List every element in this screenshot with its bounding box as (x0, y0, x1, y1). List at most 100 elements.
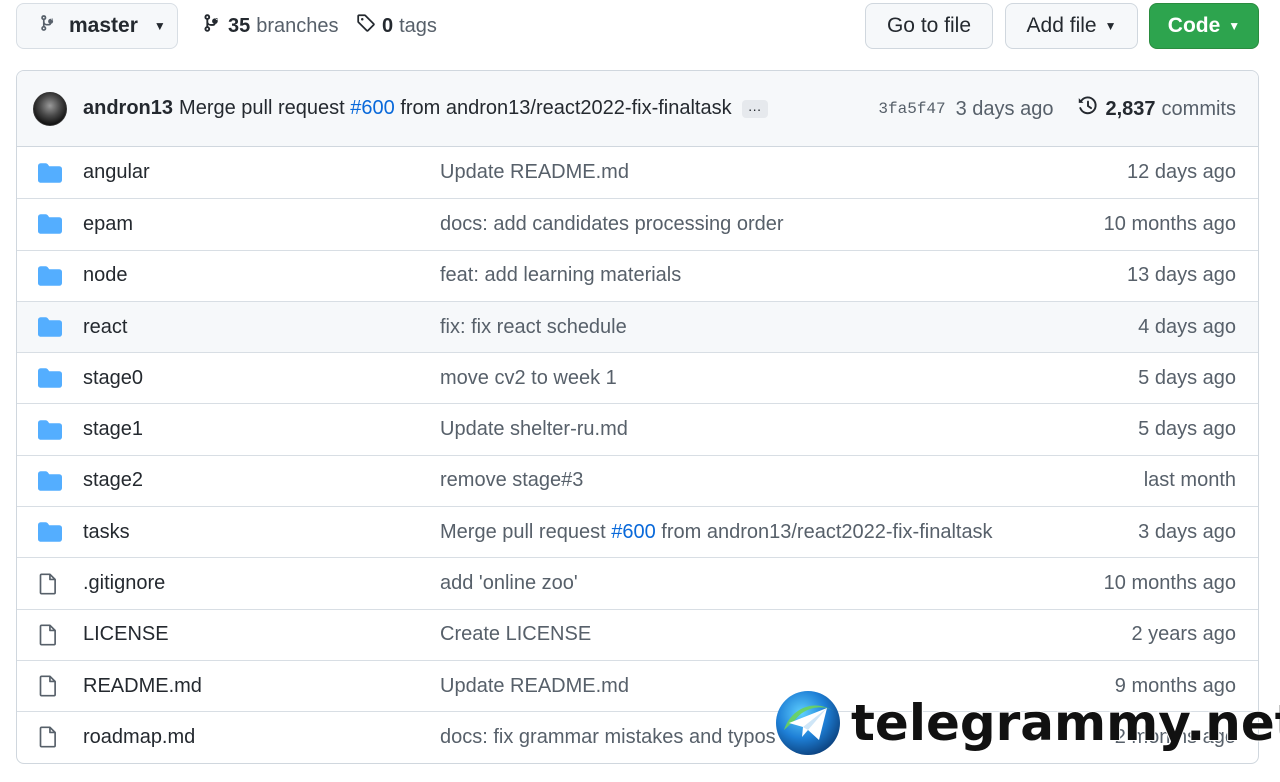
file-commit-age: 5 days ago (1138, 366, 1236, 389)
file-commit-message[interactable]: docs: fix grammar mistakes and typos (440, 726, 776, 749)
triangle-down-icon: ▼ (153, 19, 166, 33)
file-commit-message-text: feat: add learning materials (440, 264, 682, 287)
file-name-link[interactable]: angular (83, 161, 150, 184)
commits-label: commits (1161, 97, 1236, 120)
commit-author-link[interactable]: andron13 (83, 97, 173, 120)
table-row[interactable]: node feat: add learning materials 13 days … (17, 249, 1258, 301)
branches-link[interactable]: 35 branches (202, 3, 339, 49)
folder-icon (38, 265, 62, 286)
commit-message-tail: from andron13/react2022-fix-finaltask (400, 97, 732, 119)
expand-commit-button[interactable]: … (741, 99, 768, 118)
file-commit-message[interactable]: Create LICENSE (440, 623, 591, 646)
file-name-link[interactable]: stage1 (83, 418, 143, 441)
file-commit-age: 13 days ago (1127, 264, 1236, 287)
pull-request-link[interactable]: #600 (611, 521, 656, 543)
file-commit-message-text: remove stage#3 (440, 469, 584, 492)
file-name-link[interactable]: .gitignore (83, 572, 165, 595)
add-file-button[interactable]: Add file ▼ (1005, 3, 1138, 49)
file-browser: andron13 Merge pull request #600 from an… (16, 70, 1259, 764)
file-commit-message-tail: from andron13/react2022-fix-finaltask (661, 520, 993, 543)
file-name-link[interactable]: roadmap.md (83, 726, 195, 749)
file-commit-message-text: fix: fix react schedule (440, 315, 627, 338)
pull-request-link[interactable]: #600 (350, 97, 395, 119)
table-row[interactable]: .gitignore add 'online zoo' 10 months ago (17, 557, 1258, 608)
file-commit-message-text: Update README.md (440, 161, 629, 184)
commit-message-text: Merge pull request (179, 97, 345, 119)
file-commit-message[interactable]: Update README.md (440, 161, 629, 184)
folder-icon (38, 317, 62, 337)
tag-icon (356, 13, 376, 39)
watermark-text: telegrammy.net (850, 693, 1280, 753)
folder-icon (38, 368, 62, 389)
file-commit-message[interactable]: Update shelter-ru.md (440, 418, 628, 441)
branch-name: master (69, 14, 138, 37)
file-commit-message-text: move cv2 to week 1 (440, 366, 617, 389)
file-name-link[interactable]: README.md (83, 675, 202, 698)
file-commit-message[interactable]: feat: add learning materials (440, 264, 681, 287)
file-list: angular Update README.md 12 days ago epam do… (17, 147, 1258, 763)
file-commit-age: 5 days ago (1138, 418, 1236, 441)
code-label: Code (1167, 14, 1221, 37)
file-commit-message-text: Update shelter-ru.md (440, 418, 628, 441)
table-row[interactable]: react fix: fix react schedule 4 days ago (17, 300, 1258, 353)
commits-count: 2,837 (1105, 97, 1156, 120)
git-branch-icon (202, 13, 222, 39)
file-commit-message-text: Merge pull request (440, 520, 606, 543)
table-row[interactable]: LICENSE Create LICENSE 2 years ago (17, 608, 1258, 660)
go-to-file-button[interactable]: Go to file (865, 3, 993, 49)
file-commit-age: 10 months ago (1103, 572, 1236, 595)
file-commit-message[interactable]: move cv2 to week 1 (440, 367, 617, 390)
commit-sha-link[interactable]: 3fa5f47 (878, 100, 945, 118)
file-commit-message[interactable]: remove stage#3 (440, 469, 583, 492)
commit-meta: 3fa5f47 3 days ago 2,837 commits (878, 71, 1236, 147)
file-commit-message[interactable]: docs: add candidates processing order (440, 213, 784, 236)
table-row[interactable]: tasks Merge pull request #600 from andron… (17, 506, 1258, 557)
code-button[interactable]: Code ▼ (1149, 3, 1259, 49)
file-icon (38, 675, 58, 697)
file-name-link[interactable]: stage0 (83, 367, 143, 390)
file-commit-message[interactable]: fix: fix react schedule (440, 316, 627, 339)
table-row[interactable]: angular Update README.md 12 days ago (17, 147, 1258, 198)
branches-count: 35 (228, 14, 251, 37)
file-commit-age: 12 days ago (1127, 161, 1236, 184)
file-name-link[interactable]: epam (83, 213, 133, 236)
file-name-link[interactable]: node (83, 264, 128, 287)
table-row[interactable]: stage1 Update shelter-ru.md 5 days ago (17, 403, 1258, 454)
file-commit-message-text: Create LICENSE (440, 623, 592, 646)
commits-history-link[interactable]: 2,837 commits (1077, 95, 1236, 123)
file-name-link[interactable]: react (83, 316, 127, 339)
file-commit-message[interactable]: add 'online zoo' (440, 572, 578, 595)
file-commit-message-text: docs: add candidates processing order (440, 212, 784, 235)
file-icon (38, 572, 58, 595)
git-branch-icon (39, 13, 57, 39)
tags-label: tags (399, 14, 437, 37)
file-icon (38, 624, 58, 646)
file-commit-age: 4 days ago (1138, 315, 1236, 338)
table-row[interactable]: epam docs: add candidates processing orde… (17, 198, 1258, 249)
file-commit-message-text: docs: fix grammar mistakes and typos (440, 725, 776, 748)
folder-icon (38, 162, 62, 183)
file-name-link[interactable]: LICENSE (83, 623, 169, 646)
file-commit-message[interactable]: Merge pull request #600 from andron13/re… (440, 521, 993, 544)
commit-message[interactable]: Merge pull request #600 from andron13/re… (179, 97, 732, 120)
add-file-label: Add file (1026, 14, 1097, 37)
file-name-link[interactable]: stage2 (83, 469, 143, 492)
folder-icon (38, 419, 62, 440)
repo-toolbar: master ▼ 35 branches 0 tags Go to file A… (16, 3, 1259, 49)
tags-link[interactable]: 0 tags (356, 3, 437, 49)
file-commit-message[interactable]: Update README.md (440, 675, 629, 698)
folder-icon (38, 522, 62, 542)
branches-label: branches (256, 14, 339, 37)
paper-plane-logo-icon (776, 691, 840, 755)
table-row[interactable]: stage0 move cv2 to week 1 5 days ago (17, 352, 1258, 403)
branch-select-button[interactable]: master ▼ (16, 3, 178, 49)
file-icon (38, 726, 58, 748)
history-icon (1077, 95, 1099, 123)
file-commit-age: 2 years ago (1131, 623, 1236, 646)
file-commit-age: last month (1143, 469, 1236, 492)
avatar[interactable] (33, 91, 67, 126)
triangle-down-icon: ▼ (1104, 19, 1117, 33)
folder-icon (38, 471, 62, 491)
table-row[interactable]: stage2 remove stage#3 last month (17, 454, 1258, 506)
file-name-link[interactable]: tasks (83, 521, 130, 544)
